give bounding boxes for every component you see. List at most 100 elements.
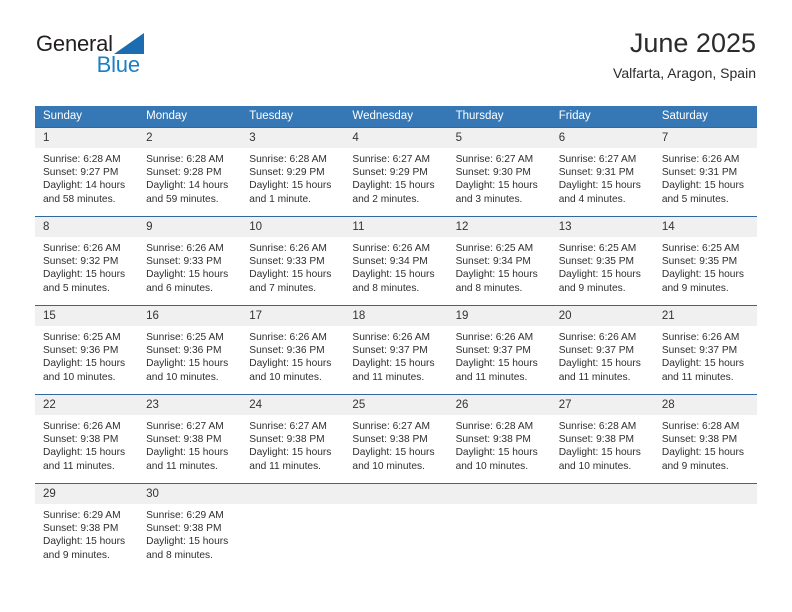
calendar-day-cell[interactable]: 30 Sunrise: 6:29 AM Sunset: 9:38 PM Dayligh… [138,483,242,573]
general-blue-logo[interactable]: General Blue [36,33,144,76]
calendar-day-cell[interactable]: 16 Sunrise: 6:25 AM Sunset: 9:36 PM Dayligh… [138,305,242,395]
daylight-text: Daylight: 15 hours and 4 minutes. [558,180,641,205]
daylight-text: Daylight: 15 hours and 5 minutes. [43,269,126,294]
calendar-day-cell[interactable]: 27 Sunrise: 6:28 AM Sunset: 9:38 PM Dayligh… [550,394,654,484]
calendar-day-cell[interactable]: 10 Sunrise: 6:26 AM Sunset: 9:33 PM Dayligh… [241,216,345,306]
day-number [550,484,654,504]
weekday-header-wednesday: Wednesday [344,106,448,128]
calendar-day-cell[interactable]: 26 Sunrise: 6:28 AM Sunset: 9:38 PM Dayligh… [447,394,551,484]
calendar-day-cell[interactable]: 14 Sunrise: 6:25 AM Sunset: 9:35 PM Dayligh… [653,216,757,306]
calendar-day-cell[interactable]: 2 Sunrise: 6:28 AM Sunset: 9:28 PM Daylight… [138,127,242,217]
calendar-day-cell[interactable]: 24 Sunrise: 6:27 AM Sunset: 9:38 PM Dayligh… [241,394,345,484]
day-cell-inner: 23 Sunrise: 6:27 AM Sunset: 9:38 PM Dayligh… [138,395,242,483]
calendar-week-row: 8 Sunrise: 6:26 AM Sunset: 9:32 PM Daylight… [35,216,757,306]
calendar-day-cell[interactable]: 15 Sunrise: 6:25 AM Sunset: 9:36 PM Dayligh… [35,305,139,395]
day-cell-inner: 29 Sunrise: 6:29 AM Sunset: 9:38 PM Dayligh… [35,484,139,573]
day-cell-inner [550,484,654,573]
sunset-text: Sunset: 9:28 PM [146,167,222,179]
calendar-day-cell[interactable]: 25 Sunrise: 6:27 AM Sunset: 9:38 PM Dayligh… [344,394,448,484]
sunrise-text: Sunrise: 6:25 AM [146,332,224,343]
sunset-text: Sunset: 9:36 PM [43,345,119,357]
daylight-text: Daylight: 15 hours and 9 minutes. [661,269,744,294]
sunrise-text: Sunrise: 6:28 AM [455,421,534,432]
day-cell-inner: 15 Sunrise: 6:25 AM Sunset: 9:36 PM Dayligh… [35,306,139,394]
daylight-text: Daylight: 15 hours and 11 minutes. [249,447,332,472]
calendar-day-cell[interactable]: 8 Sunrise: 6:26 AM Sunset: 9:32 PM Daylight… [35,216,139,306]
calendar-day-cell[interactable]: 23 Sunrise: 6:27 AM Sunset: 9:38 PM Dayligh… [138,394,242,484]
day-sun-details: Sunrise: 6:28 AM Sunset: 9:38 PM Daylight:… [654,415,757,473]
calendar-day-cell[interactable]: 17 Sunrise: 6:26 AM Sunset: 9:36 PM Dayligh… [241,305,345,395]
calendar-day-cell[interactable]: 5 Sunrise: 6:27 AM Sunset: 9:30 PM Daylight… [447,127,551,217]
sunrise-text: Sunrise: 6:25 AM [558,243,637,254]
day-sun-details: Sunrise: 6:28 AM Sunset: 9:27 PM Daylight:… [35,148,138,206]
sunrise-text: Sunrise: 6:26 AM [352,332,431,343]
sunrise-text: Sunrise: 6:26 AM [146,243,224,254]
day-cell-inner: 25 Sunrise: 6:27 AM Sunset: 9:38 PM Dayligh… [344,395,448,483]
page-title: June 2025 [629,28,756,58]
calendar-day-cell[interactable]: 28 Sunrise: 6:28 AM Sunset: 9:38 PM Dayligh… [653,394,757,484]
day-number: 8 [35,217,139,237]
day-cell-inner: 21 Sunrise: 6:26 AM Sunset: 9:37 PM Dayligh… [653,306,757,394]
day-number [344,484,448,504]
calendar-day-cell[interactable]: 11 Sunrise: 6:26 AM Sunset: 9:34 PM Dayligh… [344,216,448,306]
calendar-day-cell[interactable]: 21 Sunrise: 6:26 AM Sunset: 9:37 PM Dayligh… [653,305,757,395]
calendar-day-cell[interactable]: 6 Sunrise: 6:27 AM Sunset: 9:31 PM Daylight… [550,127,654,217]
page-header: General Blue June 2025 Valfarta, Aragon,… [0,0,792,81]
day-cell-inner: 18 Sunrise: 6:26 AM Sunset: 9:37 PM Dayligh… [344,306,448,394]
day-sun-details: Sunrise: 6:27 AM Sunset: 9:29 PM Daylight:… [344,148,447,206]
daylight-text: Daylight: 15 hours and 10 minutes. [249,358,332,383]
calendar-day-cell[interactable]: 18 Sunrise: 6:26 AM Sunset: 9:37 PM Dayligh… [344,305,448,395]
day-cell-inner: 6 Sunrise: 6:27 AM Sunset: 9:31 PM Daylight… [550,128,654,216]
sunset-text: Sunset: 9:33 PM [249,256,325,268]
sunrise-text: Sunrise: 6:27 AM [249,421,327,432]
day-cell-inner: 2 Sunrise: 6:28 AM Sunset: 9:28 PM Daylight… [138,128,242,216]
day-number: 9 [138,217,242,237]
day-sun-details: Sunrise: 6:25 AM Sunset: 9:35 PM Daylight:… [551,237,654,295]
calendar-day-cell[interactable]: 9 Sunrise: 6:26 AM Sunset: 9:33 PM Daylight… [138,216,242,306]
sunrise-text: Sunrise: 6:25 AM [455,243,534,254]
daylight-text: Daylight: 15 hours and 11 minutes. [455,358,538,383]
day-number: 29 [35,484,139,504]
calendar-day-cell[interactable]: 19 Sunrise: 6:26 AM Sunset: 9:37 PM Dayligh… [447,305,551,395]
day-cell-inner: 27 Sunrise: 6:28 AM Sunset: 9:38 PM Dayligh… [550,395,654,483]
day-sun-details: Sunrise: 6:29 AM Sunset: 9:38 PM Daylight:… [35,504,138,562]
calendar-day-cell[interactable]: 1 Sunrise: 6:28 AM Sunset: 9:27 PM Daylight… [35,127,139,217]
day-number: 6 [550,128,654,148]
calendar-body: 1 Sunrise: 6:28 AM Sunset: 9:27 PM Daylight… [35,127,757,573]
calendar-day-cell[interactable]: 12 Sunrise: 6:25 AM Sunset: 9:34 PM Dayligh… [447,216,551,306]
sunset-text: Sunset: 9:37 PM [455,345,531,357]
sunrise-text: Sunrise: 6:29 AM [146,510,224,521]
day-sun-details: Sunrise: 6:26 AM Sunset: 9:37 PM Daylight:… [551,326,654,384]
day-sun-details: Sunrise: 6:26 AM Sunset: 9:38 PM Daylight:… [35,415,138,473]
calendar-day-cell[interactable]: 7 Sunrise: 6:26 AM Sunset: 9:31 PM Daylight… [653,127,757,217]
calendar-day-cell[interactable]: 4 Sunrise: 6:27 AM Sunset: 9:29 PM Daylight… [344,127,448,217]
sunset-text: Sunset: 9:31 PM [661,167,738,179]
calendar-page: General Blue June 2025 Valfarta, Aragon,… [0,0,792,612]
day-cell-inner: 19 Sunrise: 6:26 AM Sunset: 9:37 PM Dayligh… [447,306,551,394]
calendar-week-row: 15 Sunrise: 6:25 AM Sunset: 9:36 PM Dayligh… [35,305,757,395]
calendar-day-cell[interactable]: 3 Sunrise: 6:28 AM Sunset: 9:29 PM Daylight… [241,127,345,217]
weekday-header-thursday: Thursday [447,106,551,128]
day-cell-inner: 26 Sunrise: 6:28 AM Sunset: 9:38 PM Dayligh… [447,395,551,483]
title-block: June 2025 Valfarta, Aragon, Spain [613,28,756,82]
sunset-text: Sunset: 9:27 PM [43,167,119,179]
weekday-header-saturday: Saturday [653,106,757,128]
calendar-day-cell[interactable]: 20 Sunrise: 6:26 AM Sunset: 9:37 PM Dayligh… [550,305,654,395]
calendar-day-cell[interactable]: 29 Sunrise: 6:29 AM Sunset: 9:38 PM Dayligh… [35,483,139,573]
daylight-text: Daylight: 15 hours and 10 minutes. [558,447,641,472]
sunset-text: Sunset: 9:38 PM [455,434,531,446]
calendar-day-cell[interactable]: 22 Sunrise: 6:26 AM Sunset: 9:38 PM Dayligh… [35,394,139,484]
sunset-text: Sunset: 9:36 PM [249,345,325,357]
calendar-day-cell[interactable]: 13 Sunrise: 6:25 AM Sunset: 9:35 PM Dayligh… [550,216,654,306]
sunset-text: Sunset: 9:37 PM [558,345,635,357]
daylight-text: Daylight: 15 hours and 10 minutes. [43,358,126,383]
daylight-text: Daylight: 14 hours and 59 minutes. [146,180,229,205]
day-number: 26 [447,395,551,415]
day-sun-details: Sunrise: 6:27 AM Sunset: 9:38 PM Daylight:… [241,415,344,473]
day-number: 11 [344,217,448,237]
sunrise-text: Sunrise: 6:28 AM [43,154,121,165]
day-sun-details: Sunrise: 6:29 AM Sunset: 9:38 PM Daylight:… [138,504,241,562]
day-cell-inner: 9 Sunrise: 6:26 AM Sunset: 9:33 PM Daylight… [138,217,242,305]
day-sun-details: Sunrise: 6:28 AM Sunset: 9:28 PM Daylight:… [138,148,241,206]
day-number: 7 [653,128,757,148]
